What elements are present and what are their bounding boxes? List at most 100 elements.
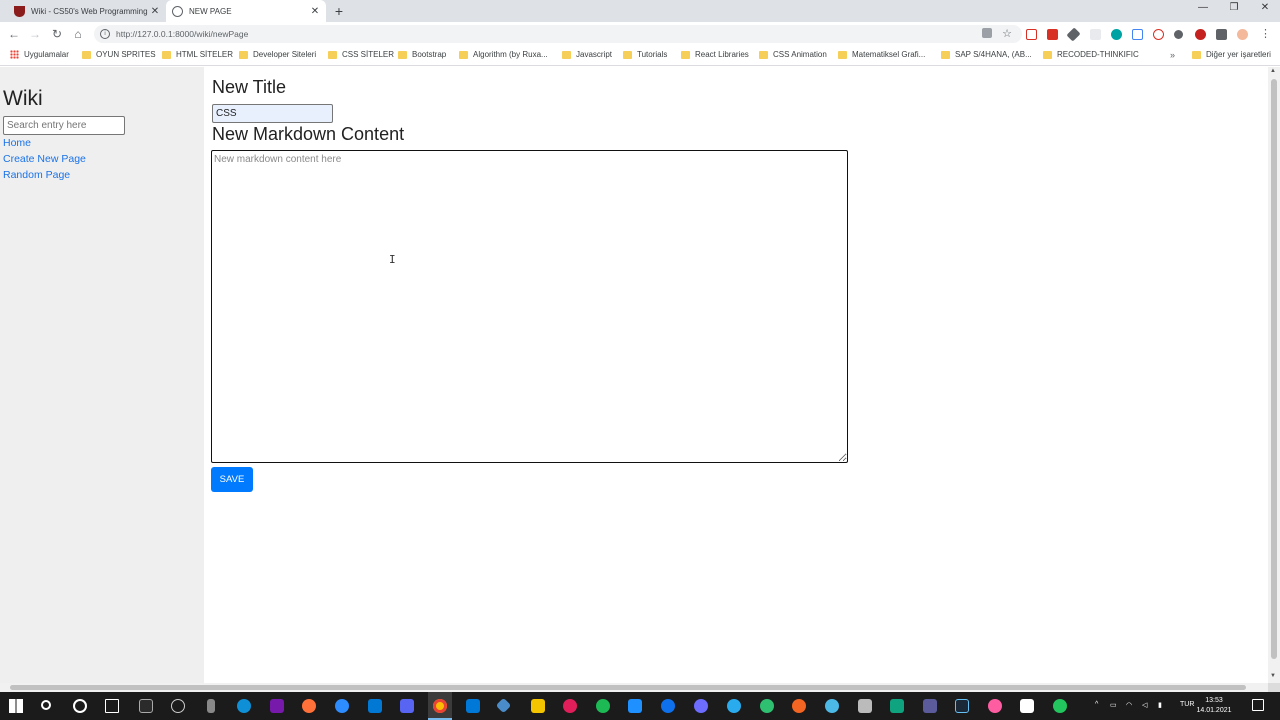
folder-icon xyxy=(759,50,768,59)
bookmark-item[interactable]: SAP S/4HANA, (AB... xyxy=(941,50,1032,59)
bookmark-item[interactable]: Matematiksel Grafi... xyxy=(838,50,925,59)
chevron-up-icon[interactable]: ^ xyxy=(1095,701,1098,708)
star-icon[interactable]: ☆ xyxy=(1002,27,1012,40)
sticky-notes-icon[interactable] xyxy=(531,699,545,713)
bookmark-item[interactable]: OYUN SPRITES xyxy=(82,50,156,59)
vscode-icon[interactable] xyxy=(466,699,480,713)
markdown-content-textarea[interactable] xyxy=(211,150,848,463)
mail-icon[interactable] xyxy=(368,699,382,713)
sourcetree-icon[interactable] xyxy=(495,697,512,714)
sidebar-link-home[interactable]: Home xyxy=(3,137,31,149)
reload-icon[interactable]: ↻ xyxy=(49,26,65,42)
bookmark-item[interactable]: Algorithm (by Ruxa... xyxy=(459,50,548,59)
scroll-down-arrow-icon[interactable]: ▼ xyxy=(1270,673,1276,679)
profile-avatar[interactable] xyxy=(1237,29,1248,40)
edge-icon[interactable] xyxy=(237,699,251,713)
tab-close-icon[interactable]: ✕ xyxy=(148,6,162,17)
messenger-icon[interactable] xyxy=(988,699,1002,713)
back-arrow-icon[interactable]: ← xyxy=(6,26,22,42)
translate-icon[interactable] xyxy=(982,28,992,38)
postman-icon[interactable] xyxy=(792,699,806,713)
bookmark-item[interactable]: HTML SİTELER xyxy=(162,50,233,59)
zoom-icon[interactable] xyxy=(335,699,349,713)
volume-icon[interactable]: ◁ xyxy=(1142,701,1147,709)
extension-blank-icon[interactable] xyxy=(1090,29,1101,40)
usb-icon[interactable] xyxy=(207,699,215,713)
bookmark-item[interactable]: Tutorials xyxy=(623,50,667,59)
extension-record-icon[interactable] xyxy=(1153,29,1164,40)
obs-icon[interactable] xyxy=(694,699,708,713)
terminal-app-icon[interactable] xyxy=(890,699,904,713)
address-bar[interactable]: i http://127.0.0.1:8000/wiki/newPage ☆ xyxy=(94,25,1022,43)
browser-tab-wiki[interactable]: Wiki - CS50's Web Programming ✕ xyxy=(8,0,166,22)
close-window-icon[interactable]: ✕ xyxy=(1250,2,1280,13)
paint-icon[interactable] xyxy=(923,699,937,713)
windows-start-icon[interactable] xyxy=(9,699,23,713)
firefox-icon[interactable] xyxy=(302,699,316,713)
horizontal-scroll-thumb[interactable] xyxy=(10,685,1246,690)
extension-circle-icon[interactable] xyxy=(1174,30,1183,39)
extension-adblock-icon[interactable] xyxy=(1195,29,1206,40)
browser-tab-new-page[interactable]: NEW PAGE ✕ xyxy=(166,0,326,22)
search-input[interactable] xyxy=(3,116,125,135)
vertical-scrollbar[interactable]: ▲ ▼ xyxy=(1268,67,1280,683)
extension-m-icon[interactable] xyxy=(1111,29,1122,40)
evernote-icon[interactable] xyxy=(760,699,774,713)
extension-tools-icon[interactable] xyxy=(1066,27,1081,42)
bookmark-item[interactable]: Developer Siteleri xyxy=(239,50,316,59)
kebab-menu-icon[interactable]: ⋮ xyxy=(1260,27,1271,40)
calculator-icon[interactable] xyxy=(858,699,872,713)
telegram-icon[interactable] xyxy=(727,699,741,713)
extension-pdf-icon[interactable] xyxy=(1047,29,1058,40)
notification-center-icon[interactable] xyxy=(1252,699,1264,711)
search-app-icon[interactable] xyxy=(825,699,839,713)
minimize-icon[interactable]: — xyxy=(1188,2,1218,13)
todo-checkmark-icon[interactable] xyxy=(628,699,642,713)
chrome-icon[interactable] xyxy=(433,699,447,713)
bookmark-apps[interactable]: Uygulamalar xyxy=(10,50,69,59)
tab-close-icon[interactable]: ✕ xyxy=(308,6,322,17)
teamviewer-icon[interactable] xyxy=(661,699,675,713)
bookmark-item[interactable]: Bootstrap xyxy=(398,50,446,59)
unity-hub-icon[interactable] xyxy=(1020,699,1034,713)
plus-icon[interactable]: + xyxy=(332,3,346,19)
more-bookmarks-chevron-icon[interactable]: » xyxy=(1170,50,1175,60)
bookmark-item[interactable]: React Libraries xyxy=(681,50,749,59)
sidebar-link-create-new-page[interactable]: Create New Page xyxy=(3,153,86,165)
map-pin-app-icon[interactable] xyxy=(1053,699,1067,713)
slack-icon[interactable] xyxy=(563,699,577,713)
task-view-icon[interactable] xyxy=(105,699,119,713)
onenote-icon[interactable] xyxy=(270,699,284,713)
extension-pocket-icon[interactable] xyxy=(1026,29,1037,40)
epic-games-icon[interactable] xyxy=(139,699,153,713)
wifi-icon[interactable]: ◠ xyxy=(1126,701,1132,709)
save-button[interactable]: SAVE xyxy=(211,467,253,492)
steam-icon[interactable] xyxy=(955,699,969,713)
network-icon[interactable]: ▭ xyxy=(1110,701,1117,709)
other-bookmarks[interactable]: Diğer yer işaretleri xyxy=(1192,50,1271,59)
spotify-icon[interactable] xyxy=(596,699,610,713)
restore-icon[interactable]: ❐ xyxy=(1219,2,1249,13)
scroll-up-arrow-icon[interactable]: ▲ xyxy=(1270,68,1276,74)
extensions-puzzle-icon[interactable] xyxy=(1216,29,1227,40)
horizontal-scrollbar[interactable] xyxy=(0,683,1268,692)
home-icon[interactable]: ⌂ xyxy=(70,26,86,42)
vertical-scroll-thumb[interactable] xyxy=(1271,79,1277,659)
bookmark-item[interactable]: CSS Animation xyxy=(759,50,827,59)
discord-icon[interactable] xyxy=(400,699,414,713)
battery-icon[interactable]: ▮ xyxy=(1158,701,1162,709)
bookmark-item[interactable]: Javascript xyxy=(562,50,612,59)
title-input[interactable] xyxy=(212,104,333,123)
cortana-icon[interactable] xyxy=(73,699,87,713)
bookmark-item[interactable]: CSS SİTELER xyxy=(328,50,394,59)
folder-icon xyxy=(398,50,407,59)
search-icon[interactable] xyxy=(41,700,51,710)
input-language[interactable]: TUR xyxy=(1180,701,1194,708)
unity-icon[interactable] xyxy=(171,699,185,713)
extension-doc-icon[interactable] xyxy=(1132,29,1143,40)
sidebar-link-random-page[interactable]: Random Page xyxy=(3,169,70,181)
system-clock[interactable]: 13:53 14.01.2021 xyxy=(1196,696,1232,716)
bookmark-item[interactable]: RECODED-THINKIFIC xyxy=(1043,50,1139,59)
forward-arrow-icon[interactable]: → xyxy=(27,26,43,42)
info-icon[interactable]: i xyxy=(100,29,110,39)
